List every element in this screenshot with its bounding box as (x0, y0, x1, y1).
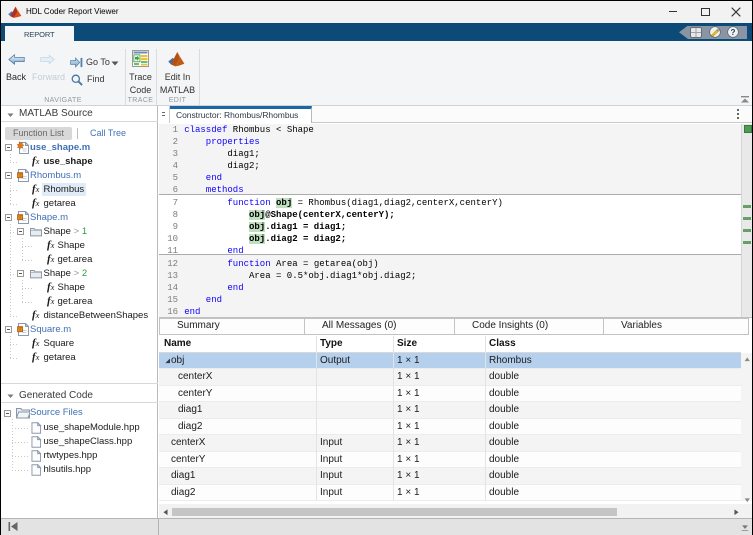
svg-text:?: ? (731, 28, 736, 37)
